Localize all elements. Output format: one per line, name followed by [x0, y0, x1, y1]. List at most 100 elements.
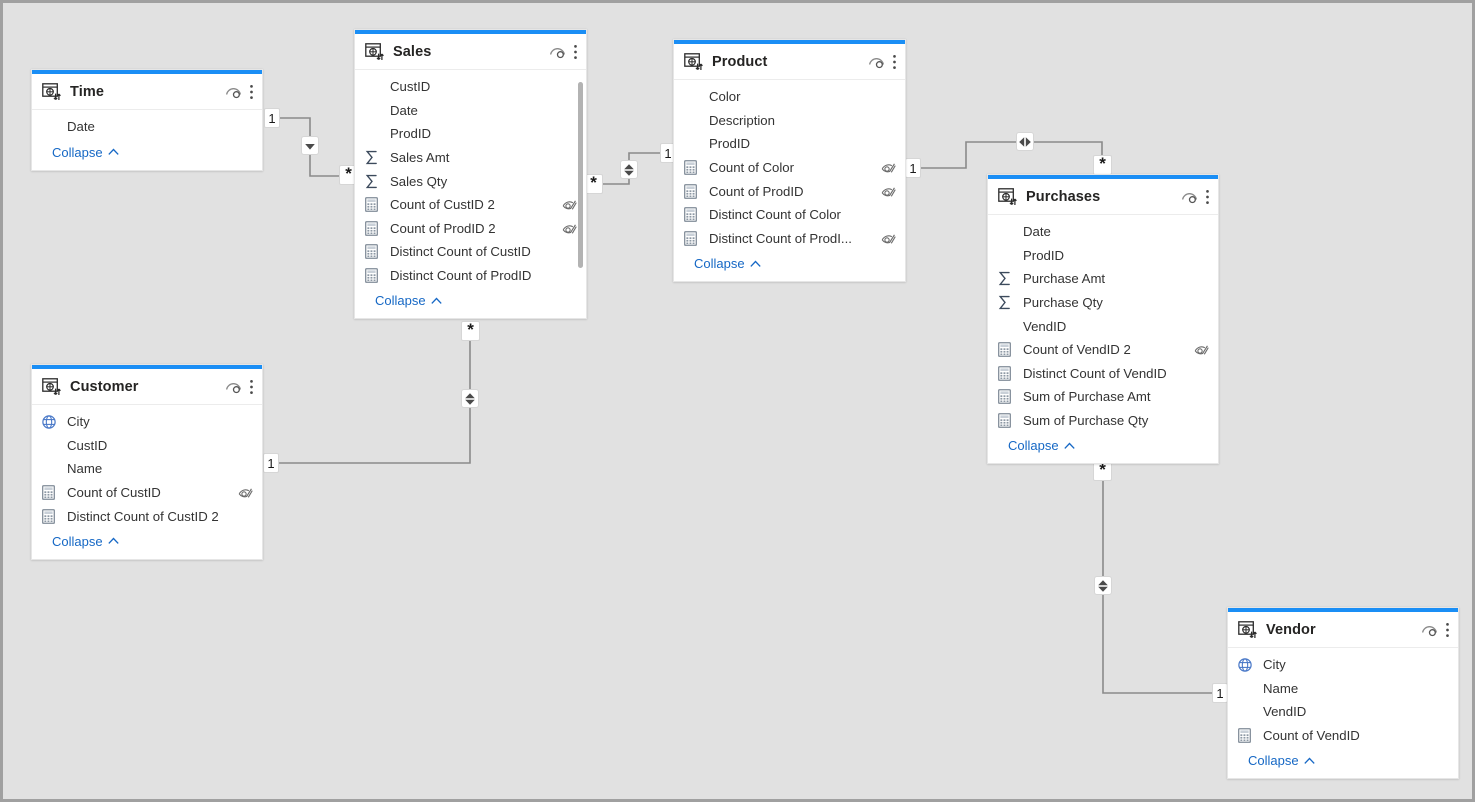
table-icon [42, 378, 61, 396]
field-row[interactable]: Distinct Count of CustID 2 [32, 504, 262, 528]
hidden-field-icon[interactable] [1194, 343, 1209, 356]
field-row[interactable]: Count of VendID [1228, 724, 1458, 748]
table-header[interactable]: Product [674, 44, 905, 80]
cardinality-badge-one[interactable]: 1 [264, 108, 280, 128]
field-row[interactable]: Sum of Purchase Qty [988, 409, 1218, 433]
field-row[interactable]: Purchase Amt [988, 267, 1218, 291]
table-card-vendor[interactable]: Vendor City Name VendID [1227, 607, 1459, 779]
hidden-field-icon[interactable] [562, 198, 577, 211]
cross-filter-marker-both-horizontal[interactable] [1016, 132, 1034, 151]
table-header[interactable]: Vendor [1228, 612, 1458, 648]
focus-mode-icon[interactable] [549, 45, 566, 59]
field-row[interactable]: Description [674, 109, 905, 133]
focus-mode-icon[interactable] [225, 380, 242, 394]
collapse-button[interactable]: Collapse [674, 250, 905, 281]
collapse-button[interactable]: Collapse [1228, 747, 1458, 778]
cardinality-badge-many[interactable]: * [461, 321, 480, 341]
field-row[interactable]: Date [988, 220, 1218, 244]
more-options-icon[interactable] [892, 54, 897, 70]
field-row[interactable]: Count of ProdID [674, 179, 905, 203]
cardinality-badge-many[interactable]: * [1093, 155, 1112, 175]
field-row[interactable]: Distinct Count of ProdI... [674, 227, 905, 251]
table-card-time[interactable]: Time Date Collapse [31, 69, 263, 171]
field-name: Description [709, 113, 896, 128]
collapse-button[interactable]: Collapse [988, 432, 1218, 463]
field-row[interactable]: Date [32, 115, 262, 139]
field-row[interactable]: Distinct Count of Color [674, 203, 905, 227]
model-diagram-canvas[interactable]: 1**11**1*1 Time [0, 0, 1475, 802]
field-name: Count of VendID 2 [1023, 342, 1188, 357]
filter-direction-both-vertical-icon [1096, 579, 1110, 593]
field-row[interactable]: CustID [355, 75, 586, 99]
field-row[interactable]: Distinct Count of VendID [988, 362, 1218, 386]
field-row[interactable]: Distinct Count of CustID [355, 240, 586, 264]
more-options-icon[interactable] [249, 84, 254, 100]
cardinality-badge-one[interactable]: 1 [905, 158, 921, 178]
field-row[interactable]: VendID [988, 314, 1218, 338]
measure-icon [684, 207, 697, 222]
table-card-product[interactable]: Product Color Description ProdID [673, 39, 906, 282]
field-type-icon [365, 197, 380, 212]
table-scrollbar[interactable] [578, 82, 583, 268]
more-options-icon[interactable] [1445, 622, 1450, 638]
field-row[interactable]: Count of CustID 2 [355, 193, 586, 217]
focus-mode-icon[interactable] [225, 85, 242, 99]
field-row[interactable]: CustID [32, 434, 262, 458]
focus-mode-icon[interactable] [1181, 190, 1198, 204]
field-row[interactable]: Sum of Purchase Amt [988, 385, 1218, 409]
field-row[interactable]: Count of CustID [32, 481, 262, 505]
cross-filter-marker-both-vertical[interactable] [461, 389, 479, 408]
field-name: ProdID [1023, 248, 1209, 263]
field-row[interactable]: Distinct Count of ProdID [355, 264, 586, 288]
collapse-button[interactable]: Collapse [32, 528, 262, 559]
collapse-button[interactable]: Collapse [32, 139, 262, 170]
cross-filter-marker-single-down[interactable] [301, 136, 319, 155]
table-card-purchases[interactable]: Purchases Date ProdID Purchase Amt [987, 174, 1219, 464]
field-list: CustID Date ProdID Sales Amt Sales Qty [355, 70, 586, 287]
field-row[interactable]: ProdID [988, 244, 1218, 268]
collapse-label: Collapse [375, 293, 426, 308]
hidden-field-icon[interactable] [881, 185, 896, 198]
field-row[interactable]: Purchase Qty [988, 291, 1218, 315]
more-options-icon[interactable] [573, 44, 578, 60]
field-name: Name [1263, 681, 1449, 696]
field-row[interactable]: Name [1228, 677, 1458, 701]
cardinality-badge-one[interactable]: 1 [263, 453, 279, 473]
field-row[interactable]: Name [32, 457, 262, 481]
cross-filter-marker-both-vertical[interactable] [1094, 576, 1112, 595]
hidden-field-icon[interactable] [238, 486, 253, 499]
table-header-actions [1421, 622, 1450, 638]
table-header[interactable]: Time [32, 74, 262, 110]
cardinality-badge-one[interactable]: 1 [1212, 683, 1228, 703]
table-card-customer[interactable]: Customer City CustID Name [31, 364, 263, 560]
more-options-icon[interactable] [249, 379, 254, 395]
field-row[interactable]: Sales Qty [355, 169, 586, 193]
more-options-icon[interactable] [1205, 189, 1210, 205]
field-row[interactable]: ProdID [355, 122, 586, 146]
field-row[interactable]: Date [355, 99, 586, 123]
field-row[interactable]: City [1228, 653, 1458, 677]
hidden-field-icon[interactable] [881, 232, 896, 245]
field-row[interactable]: Count of ProdID 2 [355, 217, 586, 241]
field-row[interactable]: Sales Amt [355, 146, 586, 170]
field-row[interactable]: Count of VendID 2 [988, 338, 1218, 362]
field-type-icon [42, 485, 57, 500]
field-name: Date [67, 119, 253, 134]
measure-icon [998, 366, 1011, 381]
table-title: Customer [70, 379, 225, 395]
hidden-field-icon[interactable] [562, 222, 577, 235]
collapse-button[interactable]: Collapse [355, 287, 586, 318]
table-header[interactable]: Sales [355, 34, 586, 70]
table-card-sales[interactable]: Sales CustID Date ProdID [354, 29, 587, 319]
focus-mode-icon[interactable] [1421, 623, 1438, 637]
field-row[interactable]: Count of Color [674, 156, 905, 180]
focus-mode-icon[interactable] [868, 55, 885, 69]
hidden-field-icon[interactable] [881, 161, 896, 174]
field-row[interactable]: ProdID [674, 132, 905, 156]
table-header[interactable]: Customer [32, 369, 262, 405]
field-row[interactable]: Color [674, 85, 905, 109]
field-row[interactable]: City [32, 410, 262, 434]
table-header[interactable]: Purchases [988, 179, 1218, 215]
cross-filter-marker-both-vertical[interactable] [620, 160, 638, 179]
field-row[interactable]: VendID [1228, 700, 1458, 724]
